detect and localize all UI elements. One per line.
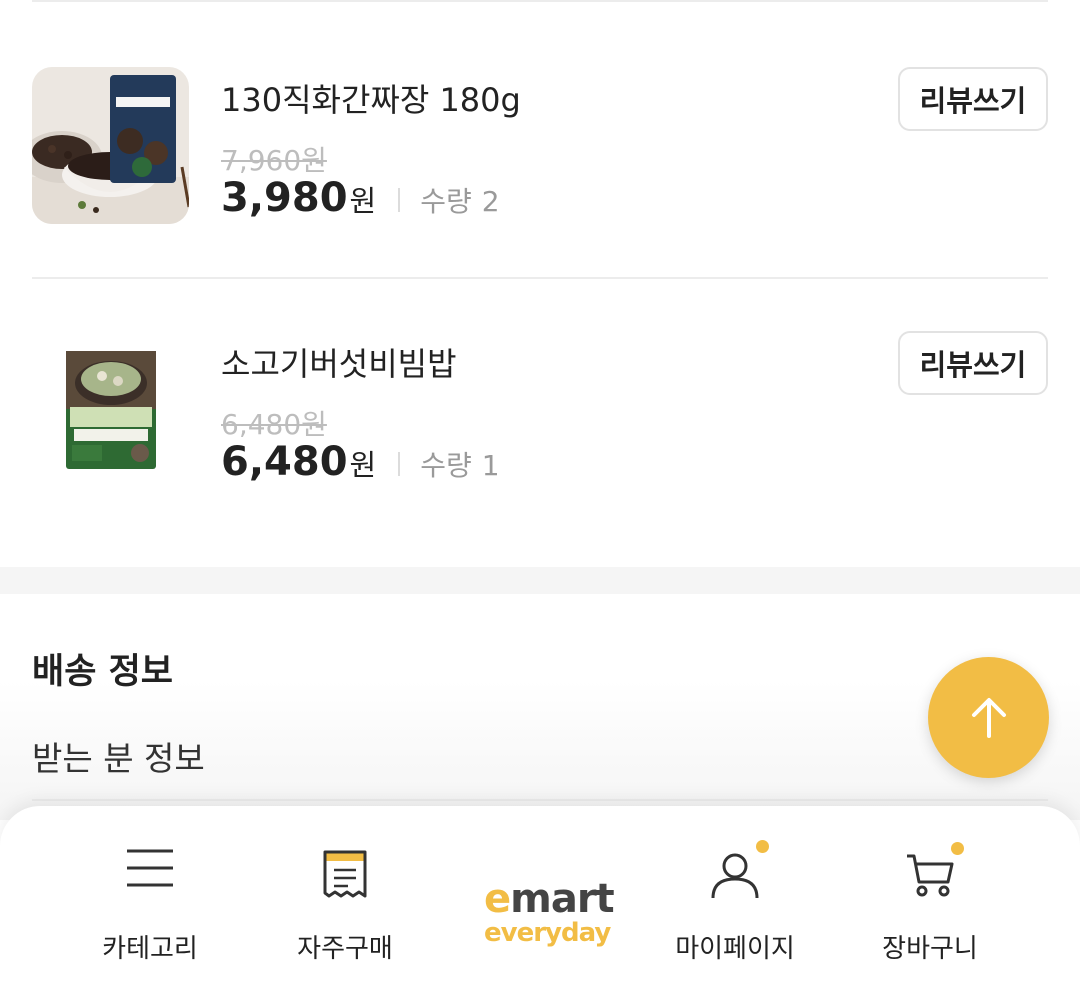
write-review-button[interactable]: 리뷰쓰기 [898, 67, 1048, 131]
product-name[interactable]: 130직화간짜장 180g [221, 75, 521, 121]
nav-item-mypage[interactable]: 마이페이지 [645, 806, 825, 1004]
order-detail-page: 130직화간짜장 180g 7,960원 3,980 원 수량 2 리뷰쓰기 소… [0, 0, 1080, 1004]
arrow-up-icon [971, 697, 1006, 738]
logo-letter-rest: mart [510, 876, 615, 922]
jjajang-pouch-image [32, 67, 189, 224]
item-divider [32, 277, 1048, 279]
order-item: 130직화간짜장 180g 7,960원 3,980 원 수량 2 리뷰쓰기 [0, 67, 1080, 337]
nav-item-cart[interactable]: 장바구니 [840, 806, 1020, 1004]
nav-label: 장바구니 [882, 934, 978, 964]
product-name[interactable]: 소고기버섯비빔밥 [221, 339, 457, 385]
quantity-value: 2 [481, 185, 500, 218]
nav-label: 카테고리 [102, 934, 198, 964]
nav-item-frequent-purchase[interactable]: 자주구매 [255, 806, 435, 1004]
quantity-label: 수량 [420, 185, 472, 218]
sale-price: 6,480 [221, 439, 348, 485]
quantity-value: 1 [481, 449, 500, 482]
product-thumbnail[interactable] [32, 67, 189, 224]
original-price: 6,480원 [221, 408, 327, 441]
price-row: 6,480 원 수량 1 [221, 439, 500, 489]
shipping-info-title: 배송 정보 [32, 652, 173, 692]
section-separator [0, 567, 1080, 594]
price-row: 3,980 원 수량 2 [221, 175, 500, 225]
separator [398, 452, 401, 476]
emart-everyday-logo[interactable]: emart everyday [470, 876, 615, 956]
quantity-label: 수량 [420, 449, 472, 482]
bibimbap-package-image [32, 331, 189, 488]
currency-unit: 원 [349, 184, 377, 218]
separator [398, 188, 401, 212]
receipt-icon [322, 850, 368, 904]
nav-item-category[interactable]: 카테고리 [60, 806, 240, 1004]
logo-subtext: everyday [484, 918, 611, 948]
notification-dot [756, 840, 769, 853]
notification-dot [951, 842, 964, 855]
product-thumbnail[interactable] [32, 331, 189, 488]
sale-price: 3,980 [221, 175, 348, 221]
logo-text: emart [484, 876, 615, 922]
nav-label: 마이페이지 [675, 934, 795, 964]
recipient-info-label[interactable]: 받는 분 정보 [32, 732, 205, 780]
user-icon [710, 850, 760, 904]
nav-label: 자주구매 [297, 934, 393, 964]
logo-letter-accent: e [484, 876, 511, 922]
top-divider [32, 0, 1048, 2]
order-item: 소고기버섯비빔밥 6,480원 6,480 원 수량 1 리뷰쓰기 [0, 331, 1080, 601]
shipping-divider [32, 799, 1048, 801]
write-review-button[interactable]: 리뷰쓰기 [898, 331, 1048, 395]
scroll-to-top-button[interactable] [928, 657, 1049, 778]
currency-unit: 원 [349, 448, 377, 482]
cart-icon [905, 852, 955, 902]
original-price: 7,960원 [221, 144, 327, 177]
menu-lines-icon [125, 846, 175, 894]
bottom-nav: 카테고리 자주구매 emart everyday 마이페이지 장바구니 [0, 806, 1080, 1004]
